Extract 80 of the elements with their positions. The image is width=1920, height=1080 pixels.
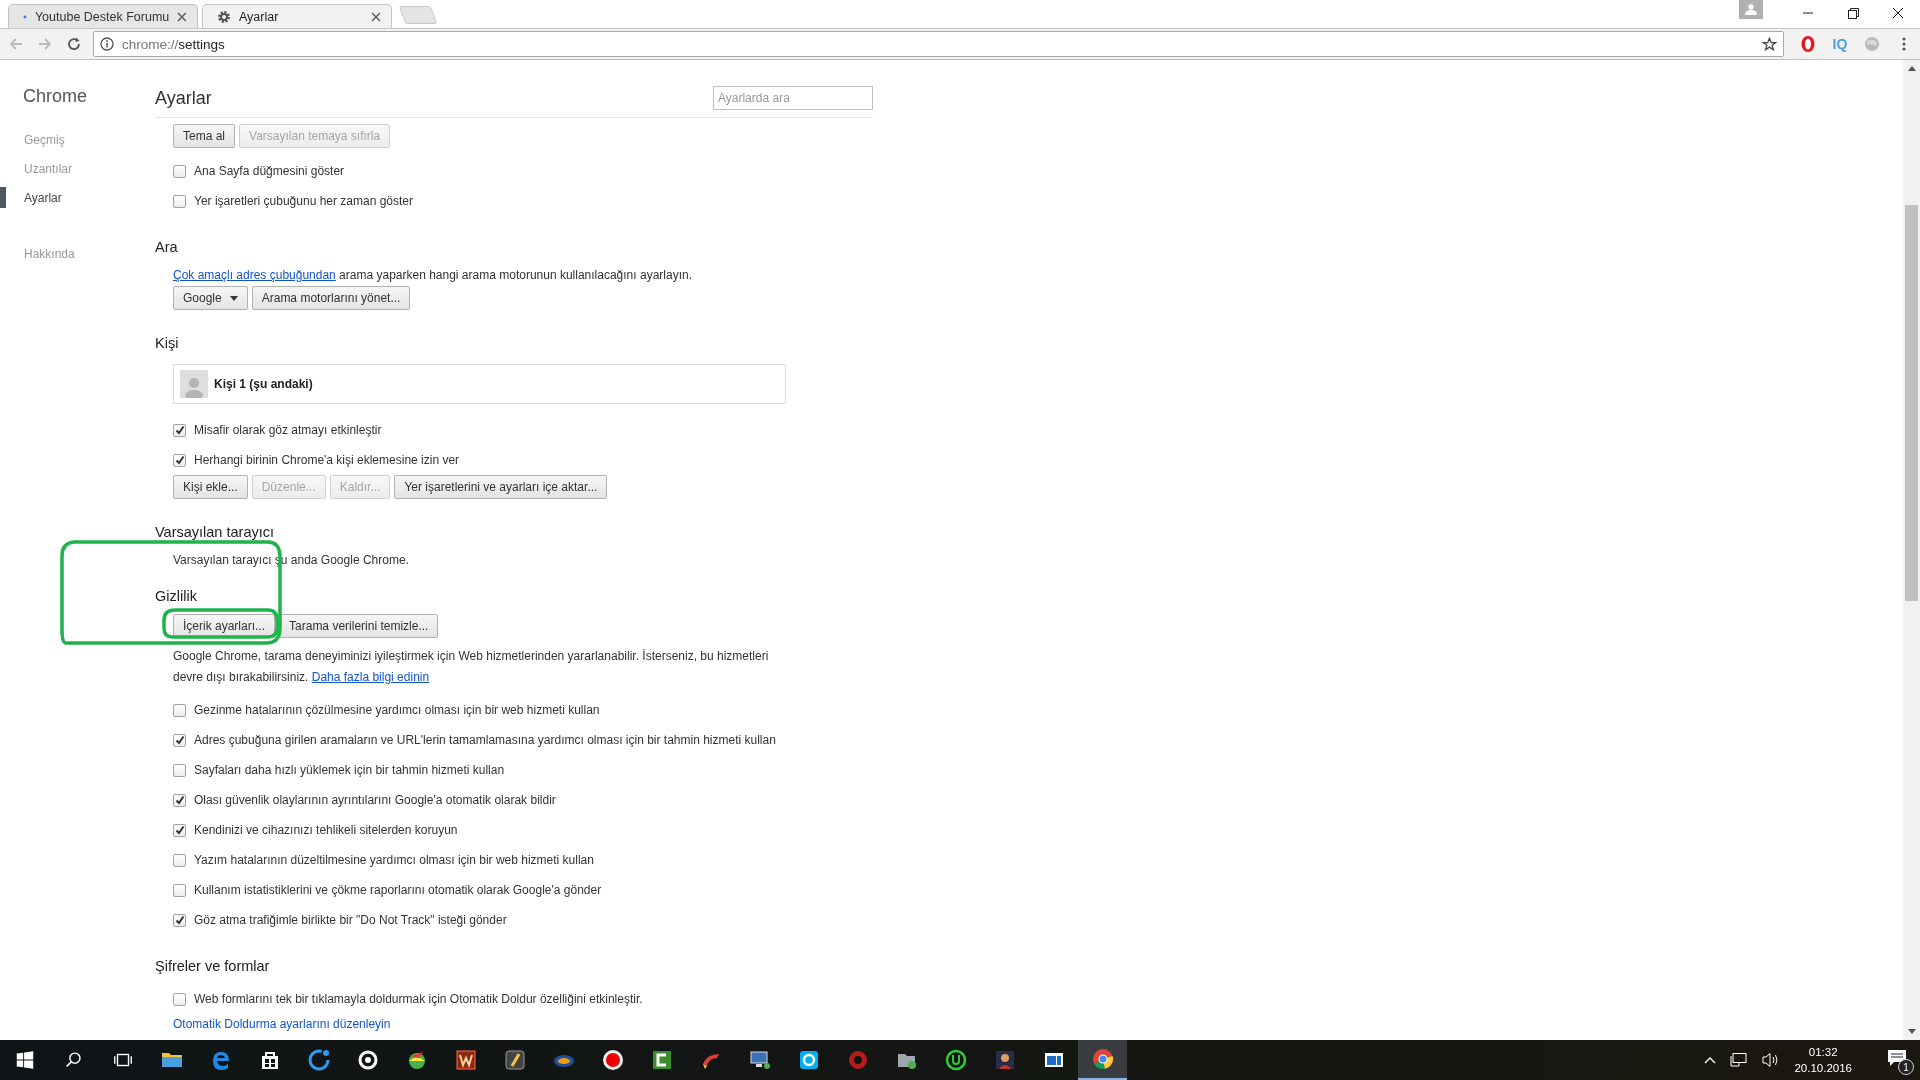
profile-card[interactable]: Kişi 1 (şu andaki): [173, 364, 786, 404]
checkbox[interactable]: [173, 992, 186, 1006]
scroll-down-icon[interactable]: [1907, 1029, 1916, 1034]
section-heading: Gizlilik: [155, 587, 197, 606]
checkbox[interactable]: [173, 853, 186, 867]
reload-icon[interactable]: [66, 36, 82, 52]
close-icon[interactable]: [371, 11, 381, 22]
checkbox[interactable]: [173, 194, 186, 208]
clock-time[interactable]: 01:32: [1808, 1044, 1838, 1060]
scroll-up-icon[interactable]: [1907, 66, 1916, 71]
checkbox-label: Gezinme hatalarının çözülmesine yardımcı olması için bir web hizmeti kullan: [194, 703, 600, 717]
settings-button[interactable]: Yer işaretlerini ve ayarları içe aktar...: [394, 475, 608, 499]
checkbox[interactable]: [173, 453, 186, 467]
notification-count: 1: [1898, 1059, 1914, 1075]
checkbox-label: Kendinizi ve cihazınızı tehlikeli sitelerden koruyun: [194, 823, 458, 837]
checkbox[interactable]: [173, 703, 186, 717]
address-bar[interactable]: chrome://settings: [93, 31, 1784, 57]
checkbox-label: Misafir olarak göz atmayı etkinleştir: [194, 423, 382, 437]
avatar-icon: [180, 370, 208, 398]
menu-icon[interactable]: [1902, 37, 1906, 51]
gear-icon: [217, 9, 231, 24]
checkbox[interactable]: [173, 823, 186, 837]
pen-icon: [502, 1048, 527, 1072]
network-icon[interactable]: [1730, 1052, 1749, 1068]
checkbox-label: Yer işaretleri çubuğunu her zaman göster: [194, 194, 414, 208]
search-field[interactable]: Ayarlarda ara: [713, 86, 873, 110]
section-heading: Ara: [155, 238, 178, 257]
section-heading: Şifreler ve formlar: [155, 957, 270, 976]
checkbox-label: Yazım hatalarının düzeltilmesine yardımcı olması için bir web hizmeti kullan: [194, 853, 594, 867]
refresh-circle-icon: [306, 1048, 331, 1072]
description-text: Çok amaçlı adres çubuğundan arama yaparken hangi arama motorunun kullanılacağını ayarlayın.: [173, 267, 692, 284]
description-text: Google Chrome, tarama deneyiminizi iyileştirmek için Web hizmetlerinden yararlanabilir. İsterseniz, bu hizmetleri devre dışı bırakabilirsiniz. Daha fazla bilgi edinin: [173, 648, 770, 686]
checkbox[interactable]: [173, 733, 186, 747]
search-engine-dropdown[interactable]: Google: [173, 286, 248, 310]
checkbox-label: Kullanım istatistiklerini ve çökme raporlarını otomatik olarak Google'a gönder: [194, 883, 602, 897]
text-link[interactable]: Çok amaçlı adres çubuğundan: [173, 268, 336, 282]
checkbox-label: Olası güvenlik olaylarının ayrıntılarını Google'a otomatik olarak bildir: [194, 793, 556, 807]
settings-link[interactable]: Otomatik Doldurma ayarlarını düzenleyin: [173, 1014, 391, 1035]
checkbox-label: Web formlarını tek bir tıklamayla doldurmak için Otomatik Doldur özelliğini etkinleştir.: [194, 992, 643, 1006]
checkbox-label: Göz atma trafiğimle birlikte bir "Do Not Track" isteği gönder: [194, 913, 507, 927]
square-icon: [453, 1048, 478, 1072]
chevron-up-icon[interactable]: [1704, 1056, 1717, 1064]
taskbar-app[interactable]: [1078, 1040, 1127, 1080]
profile-name: Kişi 1 (şu andaki): [214, 377, 313, 391]
sidebar-item[interactable]: Ayarlar: [24, 190, 62, 205]
settings-button[interactable]: Kişi ekle...: [173, 475, 248, 499]
settings-button[interactable]: Tema al: [173, 124, 236, 148]
checkbox[interactable]: [173, 913, 186, 927]
sidebar-title: Chrome: [23, 85, 88, 108]
checkbox[interactable]: [173, 164, 186, 178]
checkbox[interactable]: [173, 763, 186, 777]
person-icon: [1745, 4, 1757, 15]
page-title: Ayarlar: [155, 87, 212, 109]
info-icon[interactable]: [100, 37, 114, 51]
caret-icon: [229, 295, 238, 301]
browser-icon: [1090, 1047, 1115, 1071]
checkbox[interactable]: [173, 793, 186, 807]
clock-date[interactable]: 20.10.2016: [1794, 1060, 1852, 1076]
settings-button[interactable]: Arama motorlarını yönet...: [251, 286, 411, 310]
scrollbar-thumb[interactable]: [1905, 205, 1918, 601]
checkbox-label: Ana Sayfa düğmesini göster: [194, 164, 345, 178]
star-icon[interactable]: [1762, 36, 1777, 52]
circle-icon: [943, 1048, 968, 1072]
section-heading: Varsayılan tarayıcı: [155, 523, 274, 542]
monitor-icon: [747, 1048, 772, 1072]
checkbox[interactable]: [173, 883, 186, 897]
checkbox[interactable]: [173, 423, 186, 437]
loading-dot-icon: [23, 14, 27, 19]
speaker-icon[interactable]: [1762, 1052, 1781, 1068]
checkbox-label: Herhangi birinin Chrome'a kişi eklemesine izin ver: [194, 453, 460, 467]
browser-tab[interactable]: Youtube Destek Forumu: [8, 4, 198, 28]
close-icon[interactable]: [177, 11, 187, 22]
record-icon: [600, 1048, 625, 1072]
checkbox-label: Adres çubuğuna girilen aramaların ve URL'lerin tamamlamasına yardımcı olması için bir tahmin hizmeti kullan: [194, 733, 776, 747]
section-heading: Kişi: [155, 334, 179, 353]
text-link[interactable]: Daha fazla bilgi edinin: [311, 670, 430, 684]
settings-button[interactable]: Tarama verilerini temizle...: [279, 614, 439, 638]
settings-button[interactable]: İçerik ayarları...: [173, 614, 276, 638]
browser-tab[interactable]: Ayarlar: [202, 4, 392, 28]
checkbox-label: Sayfaları daha hızlı yüklemek için bir tahmin hizmeti kullan: [194, 763, 505, 777]
